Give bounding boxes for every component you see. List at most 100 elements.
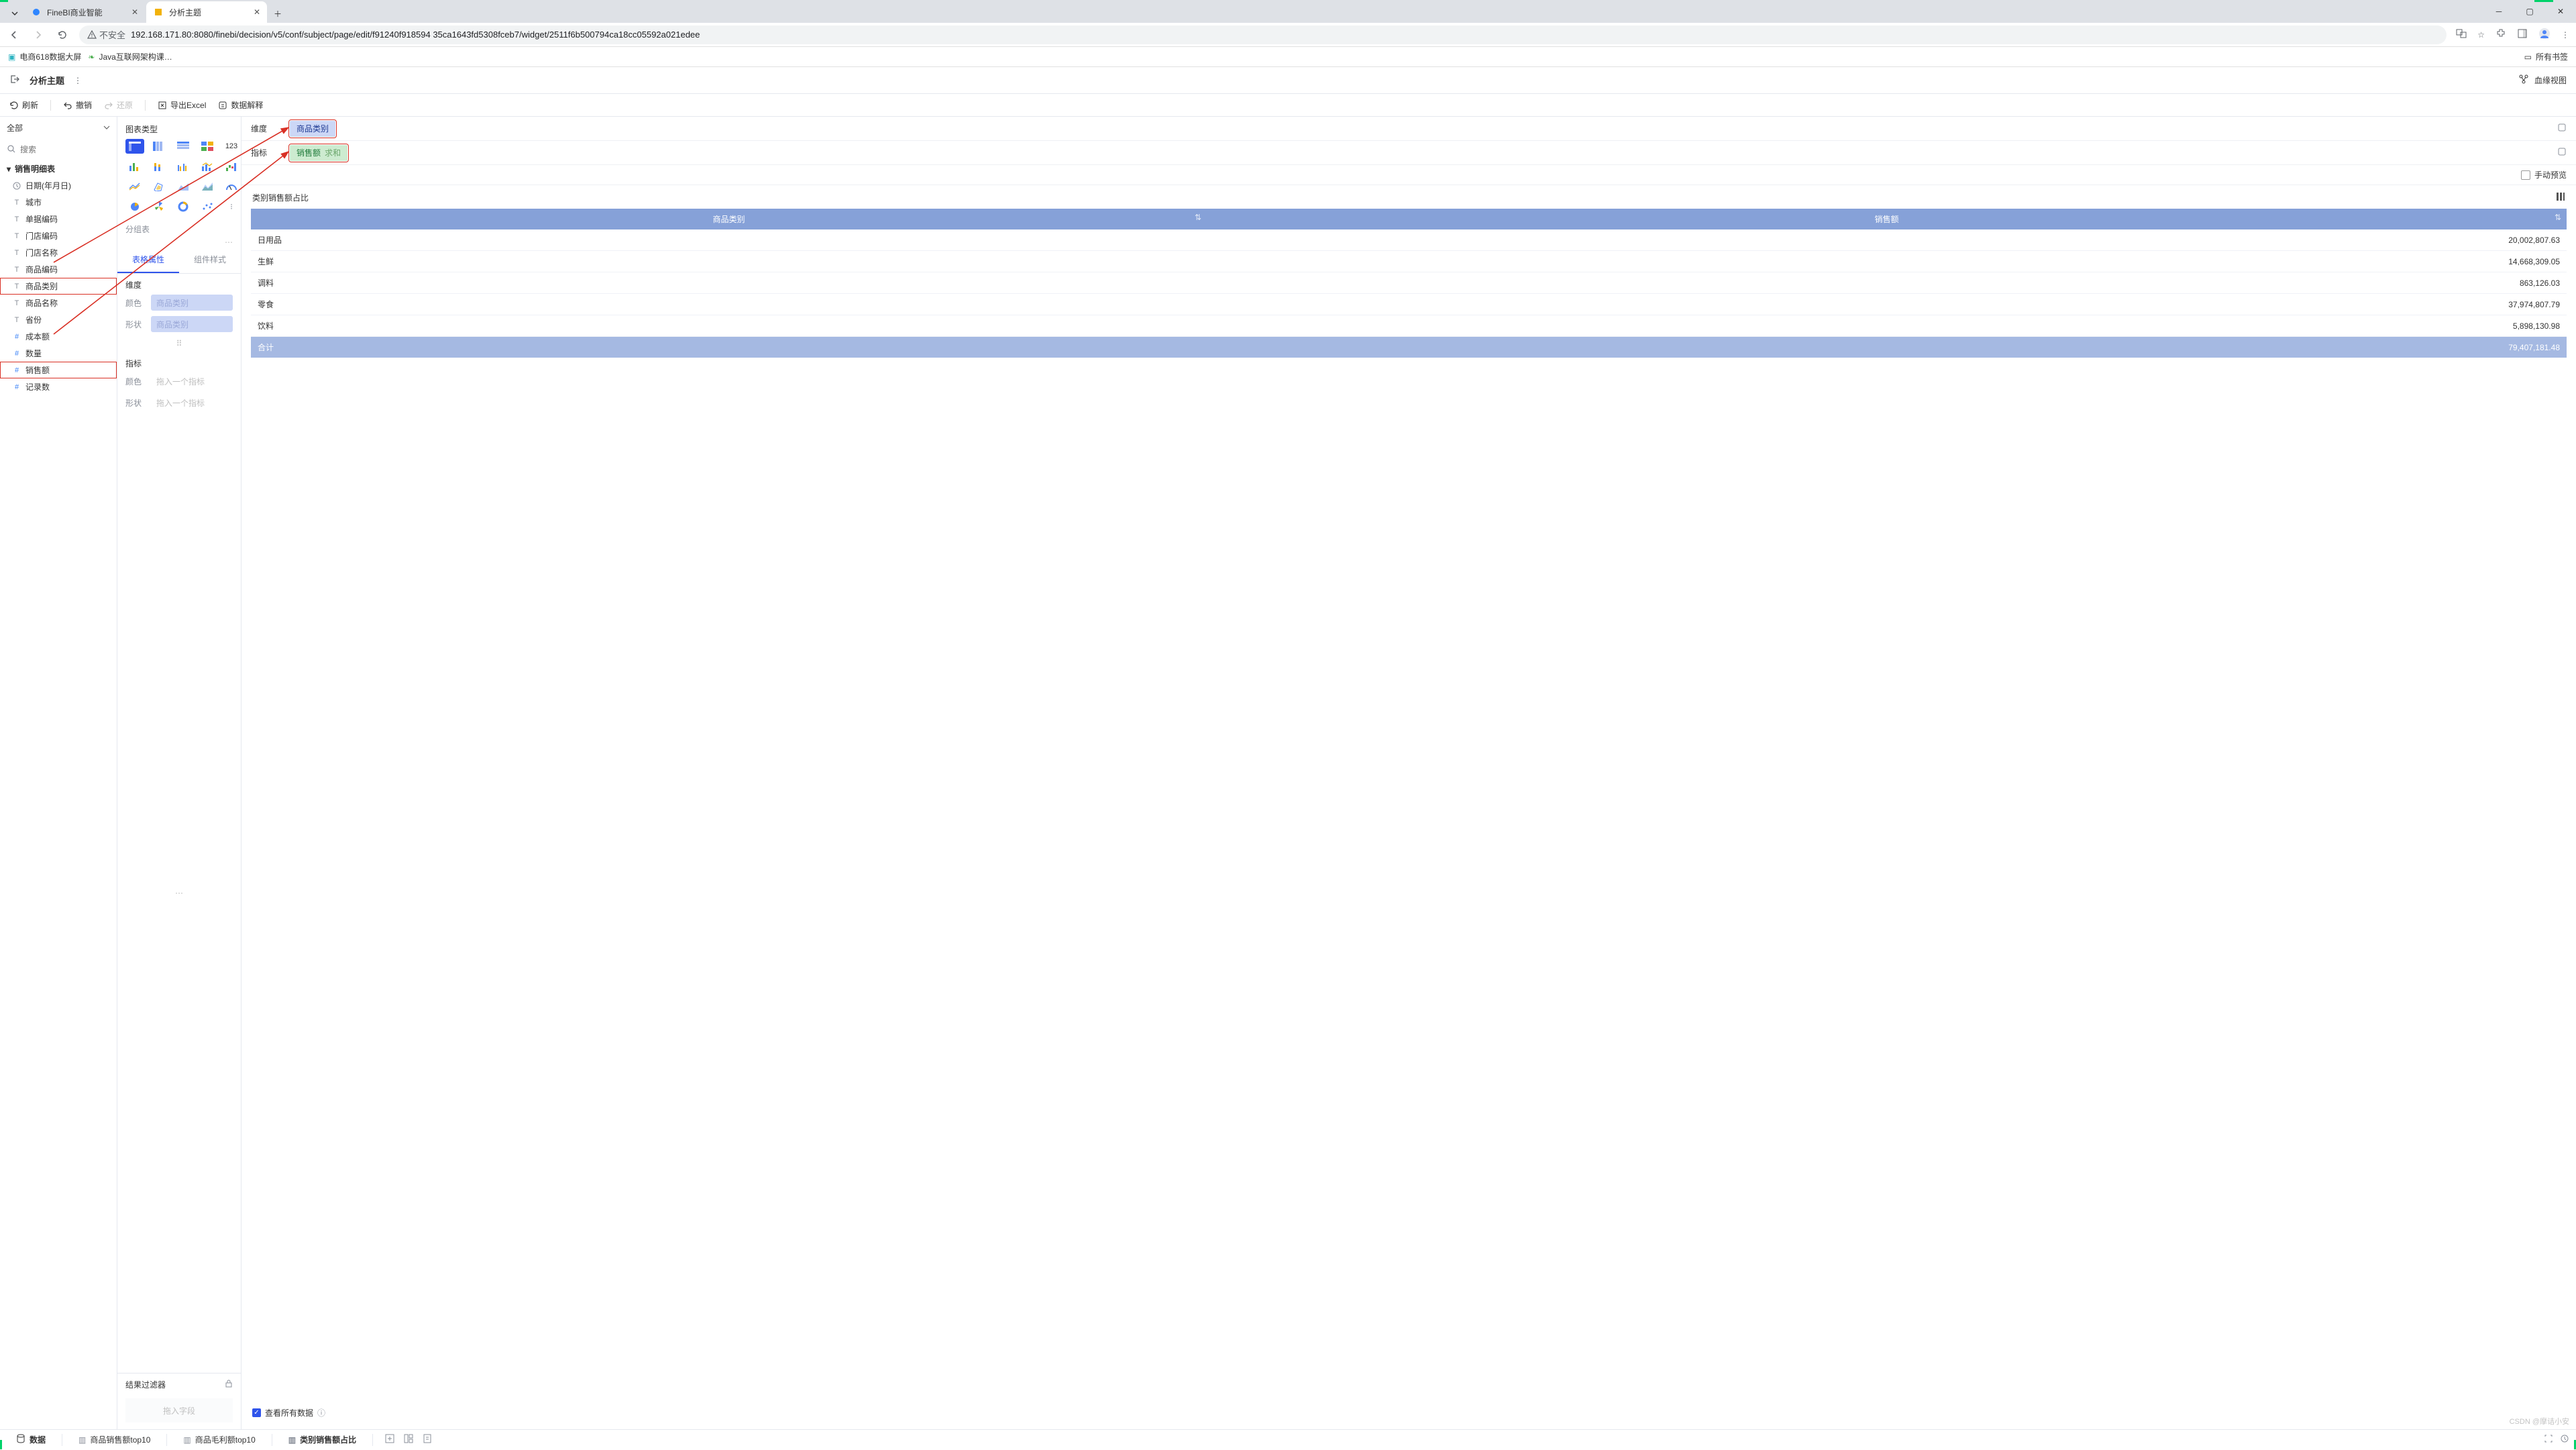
chart-type-number-icon[interactable]: 123 xyxy=(222,139,241,154)
browser-tab-1[interactable]: 分析主题 ✕ xyxy=(146,1,267,23)
chart-type-stacked-area-icon[interactable] xyxy=(198,179,217,194)
col-header-category[interactable]: 商品类别⇅ xyxy=(251,209,1207,229)
field-item[interactable]: T单据编码 xyxy=(0,211,117,227)
col-header-sales[interactable]: 销售额⇅ xyxy=(1207,209,2567,229)
chart-type-gauge-icon[interactable] xyxy=(222,179,241,194)
bottom-tab-data[interactable]: 数据 xyxy=(7,1430,55,1450)
chart-type-grouped-column-icon[interactable] xyxy=(174,159,193,174)
info-icon[interactable]: ⓘ xyxy=(317,1407,325,1418)
chart-type-radar-icon[interactable] xyxy=(150,179,168,194)
field-item[interactable]: 日期(年月日) xyxy=(0,177,117,194)
chart-type-pie-icon[interactable] xyxy=(125,199,144,214)
field-item[interactable]: T城市 xyxy=(0,194,117,211)
table-row[interactable]: 日用品20,002,807.63 xyxy=(251,229,2567,251)
field-item[interactable]: T省份 xyxy=(0,311,117,328)
field-item[interactable]: T商品编码 xyxy=(0,261,117,278)
chart-type-scatter-icon[interactable] xyxy=(198,199,217,214)
bottom-tab-1[interactable]: ▥商品毛利额top10 xyxy=(174,1430,264,1450)
result-filter-dropzone[interactable]: 拖入字段 xyxy=(125,1398,233,1422)
view-all-data[interactable]: ✓ 查看所有数据 ⓘ xyxy=(251,1403,2567,1422)
chart-type-column-icon[interactable] xyxy=(125,159,144,174)
table-row[interactable]: 零食37,974,807.79 xyxy=(251,294,2567,315)
url-field[interactable]: 不安全 192.168.171.80:8080/finebi/decision/… xyxy=(79,25,2447,44)
minimize-icon[interactable]: ─ xyxy=(2483,0,2514,23)
shape-chip-dim[interactable]: 商品类别 xyxy=(151,316,233,332)
expand-icon[interactable] xyxy=(2544,1434,2553,1445)
close-icon[interactable]: ✕ xyxy=(131,7,138,17)
lineage-label[interactable]: 血缘视图 xyxy=(2534,74,2567,86)
field-item[interactable]: #成本额 xyxy=(0,328,117,345)
field-item[interactable]: #销售额 xyxy=(0,362,117,378)
chart-type-donut-icon[interactable] xyxy=(174,199,193,214)
chart-type-stacked-column-icon[interactable] xyxy=(150,159,168,174)
field-item[interactable]: T门店名称 xyxy=(0,244,117,261)
chart-type-more-icon[interactable]: ⁝ xyxy=(222,199,241,214)
tab-component-style[interactable]: 组件样式 xyxy=(179,247,241,273)
dataset-selector[interactable]: 全部 xyxy=(0,117,117,139)
all-bookmarks-button[interactable]: ▭所有书签 xyxy=(2524,51,2568,62)
sort-icon[interactable]: ⇅ xyxy=(1195,213,1201,222)
exit-icon[interactable] xyxy=(9,74,20,87)
manual-preview-checkbox[interactable] xyxy=(2521,170,2530,180)
search-input[interactable] xyxy=(20,142,124,158)
add-dashboard-icon[interactable] xyxy=(404,1434,413,1445)
bookmark-item[interactable]: ❧Java互联网架构课… xyxy=(88,51,172,62)
table-row[interactable]: 调料863,126.03 xyxy=(251,272,2567,294)
chart-type-rose-icon[interactable] xyxy=(150,199,168,214)
close-window-icon[interactable]: ✕ xyxy=(2545,0,2576,23)
lock-icon[interactable] xyxy=(225,1380,233,1390)
browser-tab-0[interactable]: FineBI商业智能 ✕ xyxy=(24,1,145,23)
collapse-icon[interactable] xyxy=(2560,1434,2569,1445)
add-sheet-icon[interactable] xyxy=(423,1434,432,1445)
close-icon[interactable]: ✕ xyxy=(254,7,260,17)
extensions-icon[interactable] xyxy=(2496,28,2506,41)
table-row[interactable]: 饮料5,898,130.98 xyxy=(251,315,2567,337)
data-explain-button[interactable]: 数据解释 xyxy=(218,99,263,111)
chart-type-cross-table-icon[interactable] xyxy=(150,139,168,154)
profile-icon[interactable] xyxy=(2538,28,2551,42)
shape-chip-mea[interactable]: 拖入一个指标 xyxy=(151,395,233,411)
maximize-icon[interactable]: ▢ xyxy=(2514,0,2545,23)
refresh-button[interactable]: 刷新 xyxy=(9,99,38,111)
color-chip-dim[interactable]: 商品类别 xyxy=(151,295,233,311)
shelf-gear-icon[interactable] xyxy=(2557,147,2567,158)
back-icon[interactable] xyxy=(7,30,21,40)
color-chip-mea[interactable]: 拖入一个指标 xyxy=(151,373,233,389)
translate-icon[interactable] xyxy=(2456,28,2467,41)
chart-type-grouped-table-icon[interactable] xyxy=(125,139,144,154)
chart-type-kpi-icon[interactable] xyxy=(198,139,217,154)
dim-pill[interactable]: 商品类别 xyxy=(290,121,335,137)
mea-pill[interactable]: 销售额 求和 xyxy=(290,145,347,161)
kebab-icon[interactable]: ⋮ xyxy=(74,76,82,85)
shelf-gear-icon[interactable] xyxy=(2557,123,2567,134)
tab-list-dropdown-icon[interactable] xyxy=(5,4,24,23)
checkbox-icon[interactable]: ✓ xyxy=(252,1408,261,1417)
chart-type-combo-icon[interactable] xyxy=(198,159,217,174)
table-node[interactable]: ▾ 销售明细表 xyxy=(0,160,117,177)
chart-type-detail-table-icon[interactable] xyxy=(174,139,193,154)
field-item[interactable]: T商品名称 xyxy=(0,295,117,311)
star-icon[interactable]: ☆ xyxy=(2477,30,2485,40)
chart-type-area-icon[interactable] xyxy=(174,179,193,194)
field-item[interactable]: T门店编码 xyxy=(0,227,117,244)
bookmark-item[interactable]: ▣电商618数据大屏 xyxy=(8,51,81,62)
bottom-tab-2[interactable]: ▥类别销售额占比 xyxy=(279,1430,366,1450)
more-icon[interactable]: ⋯ xyxy=(117,238,241,247)
tab-table-attr[interactable]: 表格属性 xyxy=(117,247,179,273)
drag-handle-icon[interactable]: ⠿ xyxy=(117,335,241,352)
sidepanel-icon[interactable] xyxy=(2517,28,2528,41)
new-tab-button[interactable]: ＋ xyxy=(268,4,287,23)
field-item[interactable]: T商品类别 xyxy=(0,278,117,295)
kebab-icon[interactable]: ⋮ xyxy=(2561,30,2569,40)
field-item[interactable]: #记录数 xyxy=(0,378,117,395)
field-item[interactable]: #数量 xyxy=(0,345,117,362)
sort-icon[interactable]: ⇅ xyxy=(2555,213,2561,222)
viz-title[interactable]: 类别销售额占比 xyxy=(252,192,309,203)
column-config-icon[interactable] xyxy=(2556,192,2565,203)
table-row[interactable]: 生鲜14,668,309.05 xyxy=(251,251,2567,272)
add-component-icon[interactable] xyxy=(385,1434,394,1445)
undo-button[interactable]: 撤销 xyxy=(63,99,92,111)
chart-type-waterfall-icon[interactable] xyxy=(222,159,241,174)
export-excel-button[interactable]: 导出Excel xyxy=(158,99,206,111)
reload-icon[interactable] xyxy=(55,30,70,40)
